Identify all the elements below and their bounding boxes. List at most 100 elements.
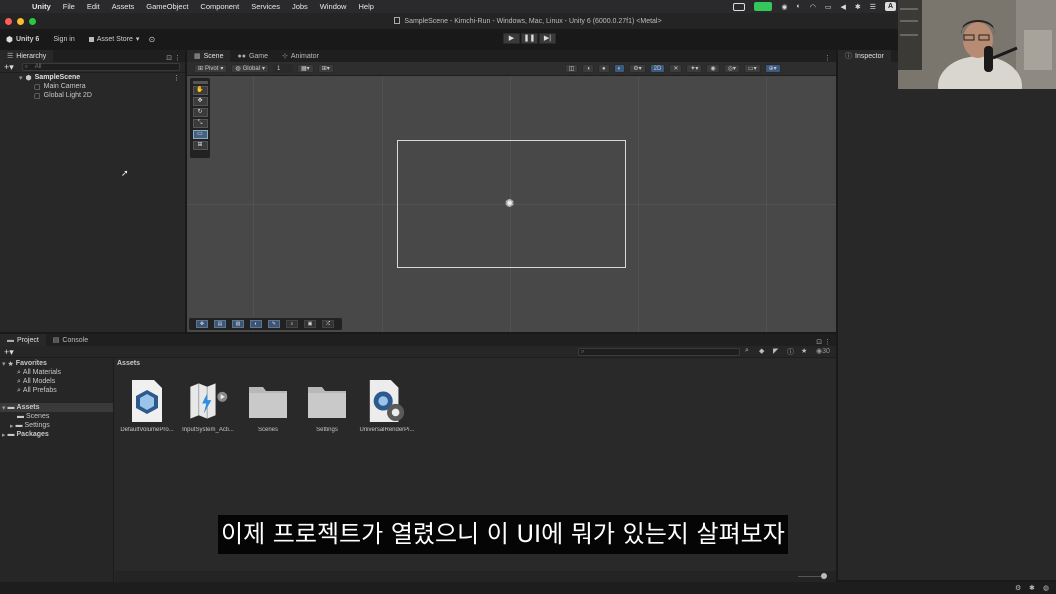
tree-favorite-item[interactable]: ⌕ All Models	[0, 377, 113, 386]
tile-select-icon[interactable]: ▤	[214, 320, 226, 328]
menu-services[interactable]: Services	[251, 2, 280, 11]
tree-favorites[interactable]: ▾ ★ Favorites	[0, 359, 113, 368]
filter-icon[interactable]: ◤	[773, 347, 778, 355]
shading-shaded-button[interactable]: ●	[598, 64, 610, 73]
rotate-tool-icon[interactable]: ↻	[192, 108, 208, 117]
menu-file[interactable]: File	[63, 2, 75, 11]
menu-app-unity[interactable]: Unity	[32, 2, 51, 11]
tile-move-icon[interactable]: ✥	[196, 320, 208, 328]
light-gizmo-icon[interactable]: ✺	[505, 197, 514, 210]
scene-visibility-button[interactable]: ◉	[706, 64, 720, 73]
global-dropdown[interactable]: ◍ Global ▾	[231, 64, 269, 73]
notifications-icon[interactable]: ◍	[1043, 584, 1049, 592]
overlay-drag-handle[interactable]	[192, 81, 208, 84]
menu-help[interactable]: Help	[358, 2, 373, 11]
panel-menu-icon[interactable]: ⊡ ⋮	[816, 338, 831, 346]
hierarchy-search-input[interactable]: ⌕ All	[21, 63, 180, 71]
screen-record-icon[interactable]	[733, 2, 746, 11]
hierarchy-scene-row[interactable]: ▾ ⬢ SampleScene ⋮	[0, 73, 185, 82]
menu-window[interactable]: Window	[320, 2, 347, 11]
hierarchy-item-main-camera[interactable]: ▢ Main Camera	[0, 82, 185, 91]
cloud-settings-icon[interactable]: ⊙	[148, 35, 155, 44]
copilot-icon[interactable]: ◐	[796, 3, 800, 10]
tile-zoom-icon[interactable]: ⌕	[286, 320, 298, 328]
network-icon[interactable]: ◉	[781, 3, 787, 11]
search-by-type-icon[interactable]: ⌕	[745, 347, 749, 355]
tree-favorite-item[interactable]: ⌕ All Materials	[0, 368, 113, 377]
tab-game[interactable]: ●● Game	[230, 50, 275, 62]
menu-jobs[interactable]: Jobs	[292, 2, 308, 11]
menu-component[interactable]: Component	[200, 2, 239, 11]
snap-settings-button[interactable]: ⊞▾	[317, 64, 334, 73]
play-button[interactable]: ▶	[503, 33, 520, 44]
hierarchy-item-global-light-2d[interactable]: ▢ Global Light 2D	[0, 91, 185, 100]
panel-menu-icon[interactable]: ⋮	[824, 54, 831, 62]
tile-random-icon[interactable]: ⤮	[322, 320, 334, 328]
tab-animator[interactable]: ⊹ Animator	[275, 50, 326, 62]
add-object-button[interactable]: +▾	[4, 62, 14, 73]
tree-packages[interactable]: ▸ ▬ Packages	[0, 430, 113, 439]
tile-picker-icon[interactable]: ✎	[268, 320, 280, 328]
audio-toggle-button[interactable]: ✦▾	[686, 64, 703, 73]
scale-tool-icon[interactable]: ⤡	[192, 119, 208, 128]
volume-icon[interactable]: ◀	[840, 3, 845, 11]
icon-size-slider-handle[interactable]	[821, 573, 827, 579]
move-tool-icon[interactable]: ✥	[192, 97, 208, 106]
star-icon[interactable]: ★	[801, 347, 807, 355]
step-button[interactable]: ▶|	[539, 33, 556, 44]
tab-project[interactable]: ▬ Project	[0, 334, 46, 346]
rect-tool-icon[interactable]: ▭	[192, 130, 208, 139]
scene-menu-icon[interactable]: ⋮	[173, 74, 180, 82]
asset-item[interactable]: InputSystem_Acti...	[177, 377, 239, 433]
progress-icon[interactable]: ⚙	[1015, 584, 1021, 592]
tile-paint-icon[interactable]: ▧	[232, 320, 244, 328]
hidden-packages-count[interactable]: ◉30	[816, 347, 830, 355]
lock-icon[interactable]: ⊡ ⋮	[166, 54, 181, 62]
facetime-icon[interactable]	[754, 2, 773, 11]
tab-console[interactable]: ▤ Console	[46, 334, 95, 346]
input-source-icon[interactable]: A	[885, 2, 896, 11]
asset-item[interactable]: Settings	[296, 377, 358, 433]
grid-visibility-button[interactable]: ▦▾	[297, 64, 314, 73]
bluetooth-icon[interactable]: ✱	[855, 3, 861, 11]
tab-inspector[interactable]: ⓘ Inspector	[838, 50, 891, 62]
asset-store-dropdown[interactable]: Asset Store ▾	[88, 35, 139, 43]
tree-folder-scenes[interactable]: ▬ Scenes	[0, 412, 113, 421]
log-icon[interactable]: ⓘ	[787, 347, 794, 357]
shading-wireframe-button[interactable]: ◑	[582, 64, 595, 73]
tab-hierarchy[interactable]: ☰ Hierarchy	[0, 50, 54, 62]
shading-unlit-button[interactable]: ◐	[613, 64, 626, 73]
grid-snap-input[interactable]: 1	[273, 64, 293, 73]
settings-icon[interactable]: ☰	[870, 3, 876, 11]
hidden-objects-button[interactable]: ◎▾	[723, 64, 740, 73]
pivot-dropdown[interactable]: ⊞ Pivot ▾	[194, 64, 228, 73]
asset-item[interactable]: DefaultVolumePro...	[116, 377, 178, 433]
search-by-label-icon[interactable]: ◆	[759, 347, 764, 355]
scene-viewport[interactable]: ✺	[187, 77, 836, 332]
tree-favorite-item[interactable]: ⌕ All Prefabs	[0, 386, 113, 395]
screen-icon[interactable]: ▭	[825, 3, 832, 11]
menu-gameobject[interactable]: GameObject	[146, 2, 188, 11]
camera-settings-button[interactable]: ▭▾	[743, 64, 761, 73]
tab-scene[interactable]: ▦ Scene	[187, 50, 231, 62]
menu-assets[interactable]: Assets	[112, 2, 135, 11]
draw-mode-button[interactable]: ◫	[564, 64, 579, 73]
create-asset-button[interactable]: +▾	[4, 347, 14, 358]
asset-item[interactable]: UniversalRenderPi...	[356, 377, 418, 433]
gizmos-button[interactable]: ⊕▾	[764, 64, 781, 73]
tree-folder-settings[interactable]: ▸ ▬ Settings	[0, 421, 113, 430]
sign-in-button[interactable]: Sign in	[53, 36, 74, 43]
asset-item[interactable]: Scenes	[237, 377, 299, 433]
transform-tool-icon[interactable]: ⊞	[192, 141, 208, 150]
render-settings-button[interactable]: ⚙▾	[629, 64, 646, 73]
tree-assets[interactable]: ▾ ▬ Assets	[0, 403, 113, 412]
wifi-icon[interactable]: ◠	[810, 3, 816, 11]
toggle-2d-button[interactable]: 2D	[649, 64, 666, 73]
tile-layer-icon[interactable]: ▣	[304, 320, 316, 328]
account-dropdown[interactable]: ⬢ Unity 6	[6, 35, 39, 44]
tile-fill-icon[interactable]: ◐	[250, 320, 262, 328]
project-search-input[interactable]: ⌕	[578, 348, 740, 356]
debug-icon[interactable]: ✱	[1029, 584, 1035, 592]
menu-edit[interactable]: Edit	[87, 2, 100, 11]
lighting-toggle-button[interactable]: ✕	[669, 64, 683, 73]
